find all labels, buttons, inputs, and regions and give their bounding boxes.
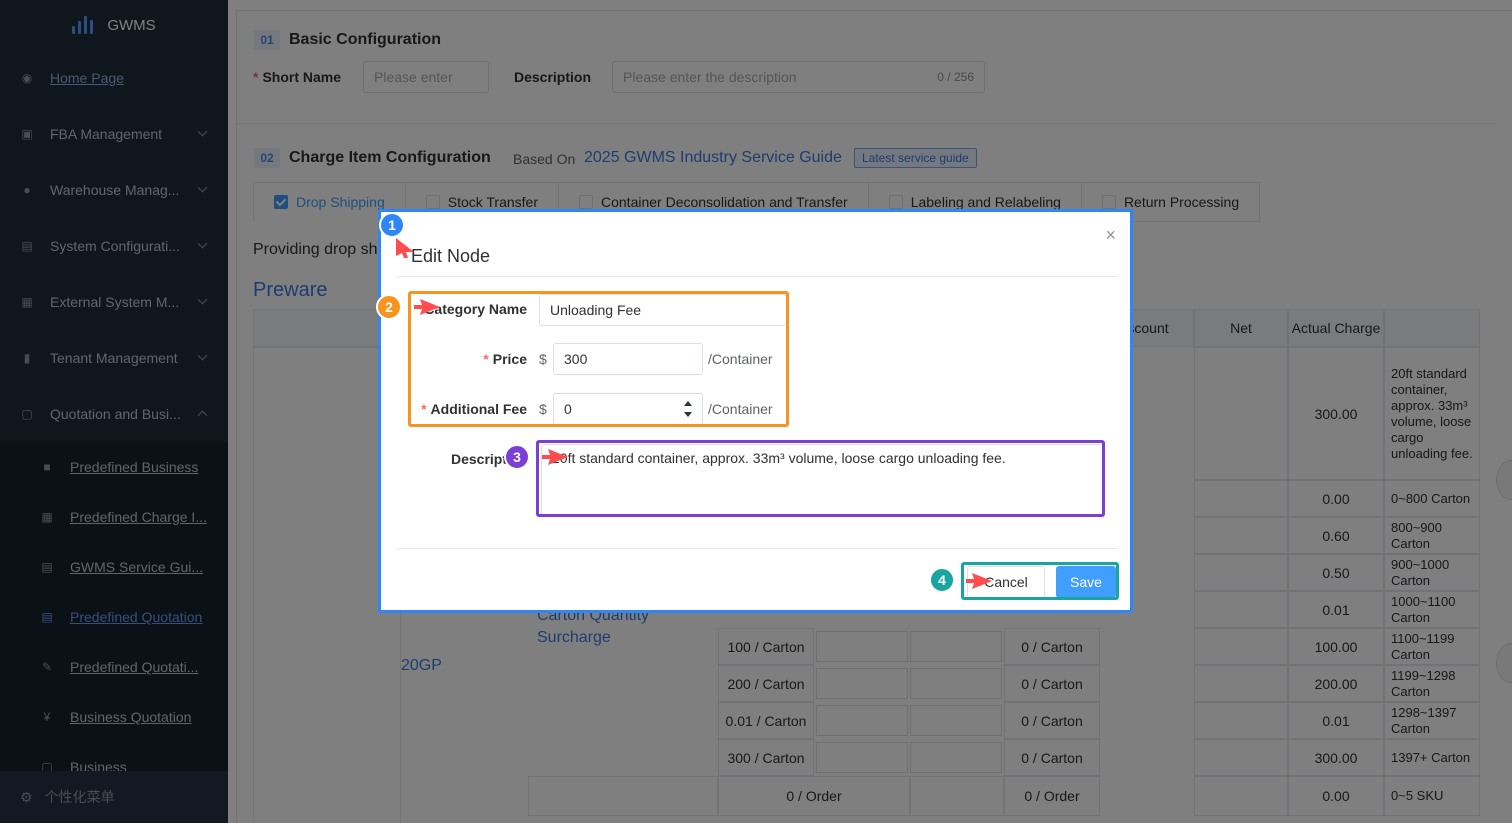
arrow-icon (966, 573, 992, 589)
dialog-title: Edit Node (411, 246, 491, 266)
arrow-icon (414, 299, 440, 315)
annotation-badge-2: 2 (376, 294, 402, 320)
arrow-icon (396, 238, 414, 258)
description-label: Descript (450, 451, 507, 467)
arrow-icon (542, 449, 568, 465)
divider (396, 548, 1118, 549)
close-icon[interactable]: × (1105, 226, 1116, 244)
annotation-badge-3: 3 (504, 444, 530, 470)
divider (396, 276, 1118, 277)
annotation-box-2 (408, 291, 789, 427)
annotation-badge-4: 4 (929, 567, 955, 593)
annotation-box-3 (536, 440, 1105, 517)
